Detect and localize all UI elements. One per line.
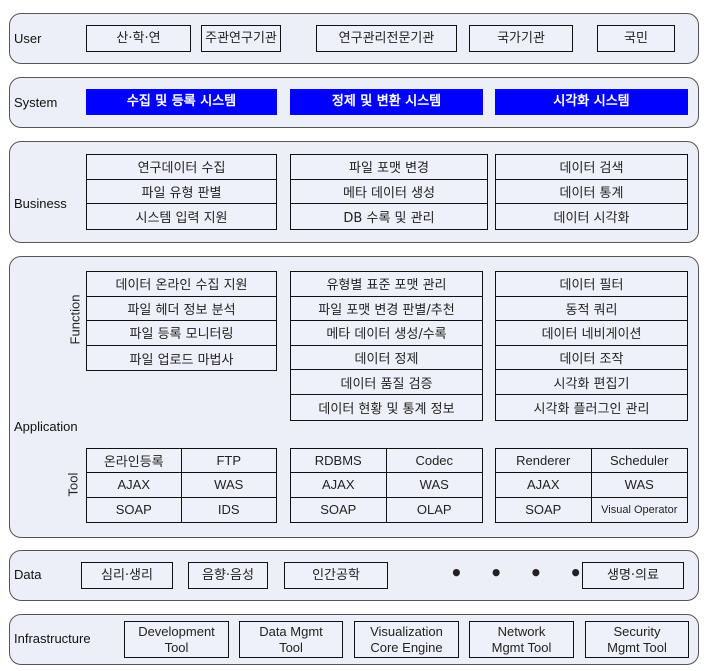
business-column-cell: DB 수록 및 관리 bbox=[343, 210, 435, 226]
business-column-cell: 데이터 통계 bbox=[496, 180, 687, 205]
function-column: 유형별 표준 포맷 관리 파일 포맷 변경 판별/추천 메타 데이터 생성/수록 데이… bbox=[290, 271, 483, 421]
application-label: Application bbox=[14, 419, 78, 434]
user-item: 연구관리전문기관 bbox=[316, 25, 457, 52]
system-item: 시각화 시스템 bbox=[495, 89, 688, 115]
data-item: 심리·생리 bbox=[81, 562, 173, 589]
business-column-cell: 데이터 검색 bbox=[496, 155, 687, 180]
business-label: Business bbox=[14, 196, 67, 211]
tool-group: Renderer Scheduler AJAX WAS SOAP Visual Opera… bbox=[495, 448, 688, 523]
infrastructure-item: Development Tool bbox=[124, 621, 229, 658]
business-column-cell: 데이터 시각화 bbox=[553, 210, 630, 226]
tool-group: RDBMS Codec AJAX WAS SOAP OLAP bbox=[290, 448, 483, 523]
system-label: System bbox=[14, 95, 58, 110]
function-column-cell: 데이터 온라인 수집 지원 bbox=[87, 272, 276, 297]
data-item: 생명·의료 bbox=[582, 562, 684, 589]
business-column-cell: 시스템 입력 지원 bbox=[135, 210, 228, 226]
function-column-cell: 유형별 표준 포맷 관리 bbox=[291, 272, 482, 297]
infrastructure-item: Visualization Core Engine bbox=[354, 621, 459, 658]
system-item: 수집 및 등록 시스템 bbox=[86, 89, 277, 115]
function-column-cell: 파일 포맷 변경 판별/추천 bbox=[291, 297, 482, 322]
user-item: 산·학·연 bbox=[86, 25, 191, 52]
business-column: 연구데이터 수집 파일 유형 판별시스템 입력 지원 bbox=[86, 154, 277, 230]
function-column-cell: 시각화 플러그인 관리 bbox=[533, 401, 650, 417]
ellipsis: • • • • bbox=[450, 561, 593, 585]
tool-cell: SOAP bbox=[87, 497, 182, 522]
user-item: 주관연구기관 bbox=[201, 25, 281, 52]
business-column: 파일 포맷 변경 메타 데이터 생성 DB 수록 및 관리 bbox=[290, 154, 488, 230]
tool-label: Tool bbox=[65, 472, 81, 497]
tool-cell: WAS bbox=[386, 473, 482, 498]
tool-cell: Renderer bbox=[496, 449, 592, 474]
business-column-cell: 메타 데이터 생성 bbox=[291, 180, 487, 205]
tool-cell: Scheduler bbox=[591, 449, 687, 474]
tool-cell: Codec bbox=[386, 449, 482, 474]
function-column-cell: 메타 데이터 생성/수록 bbox=[291, 321, 482, 346]
function-column-cell: 데이터 조작 bbox=[496, 346, 687, 371]
tool-cell: IDS bbox=[217, 502, 240, 518]
user-label: User bbox=[14, 31, 42, 46]
function-column-cell: 파일 헤더 정보 분석 bbox=[87, 297, 276, 322]
function-column-cell: 시각화 편집기 bbox=[496, 370, 687, 395]
user-item: 국가기관 bbox=[469, 25, 573, 52]
function-column-cell: 데이터 필터 bbox=[496, 272, 687, 297]
tool-cell: AJAX bbox=[496, 473, 592, 498]
function-column-cell: 데이터 네비게이션 bbox=[496, 321, 687, 346]
function-column-cell: 데이터 품질 검증 bbox=[291, 370, 482, 395]
system-item: 정제 및 변환 시스템 bbox=[290, 89, 483, 115]
business-column-cell: 파일 유형 판별 bbox=[87, 180, 276, 205]
data-label: Data bbox=[14, 567, 42, 582]
infrastructure-item: Data Mgmt Tool bbox=[239, 621, 343, 658]
user-item: 국민 bbox=[597, 25, 675, 52]
tool-cell: AJAX bbox=[87, 473, 182, 498]
function-label: Function bbox=[67, 294, 83, 345]
function-column-cell: 동적 쿼리 bbox=[496, 297, 687, 322]
tool-cell: SOAP bbox=[496, 497, 592, 522]
business-column: 데이터 검색 데이터 통계데이터 시각화 bbox=[495, 154, 688, 230]
function-column: 데이터 온라인 수집 지원 파일 헤더 정보 분석 파일 등록 모니터링파일 업로드… bbox=[86, 271, 277, 372]
function-column: 데이터 필터 동적 쿼리 데이터 네비게이션 데이터 조작 시각화 편집기시각화 플러그… bbox=[495, 271, 688, 421]
data-item: 음향·음성 bbox=[188, 562, 268, 589]
business-column-cell: 파일 포맷 변경 bbox=[291, 155, 487, 180]
tool-cell: RDBMS bbox=[291, 449, 387, 474]
tool-cell: WAS bbox=[181, 473, 276, 498]
tool-cell: FTP bbox=[181, 449, 276, 474]
tool-cell: OLAP bbox=[416, 502, 452, 518]
infrastructure-item: Security Mgmt Tool bbox=[585, 621, 689, 658]
tool-group: 온라인등록 FTP AJAX WAS SOAP IDS bbox=[86, 448, 277, 523]
tool-cell: Visual Operator bbox=[601, 503, 678, 516]
infrastructure-item: Network Mgmt Tool bbox=[469, 621, 574, 658]
data-item: 인간공학 bbox=[284, 562, 388, 589]
tool-cell: 온라인등록 bbox=[87, 449, 182, 474]
tool-cell: SOAP bbox=[291, 497, 387, 522]
infrastructure-label: Infrastructure bbox=[14, 631, 91, 646]
function-column-cell: 파일 업로드 마법사 bbox=[129, 352, 234, 368]
tool-cell: WAS bbox=[591, 473, 687, 498]
function-column-cell: 데이터 현황 및 통계 정보 bbox=[318, 401, 455, 417]
function-column-cell: 파일 등록 모니터링 bbox=[87, 321, 276, 346]
business-column-cell: 연구데이터 수집 bbox=[87, 155, 276, 180]
function-column-cell: 데이터 정제 bbox=[291, 346, 482, 371]
tool-cell: AJAX bbox=[291, 473, 387, 498]
